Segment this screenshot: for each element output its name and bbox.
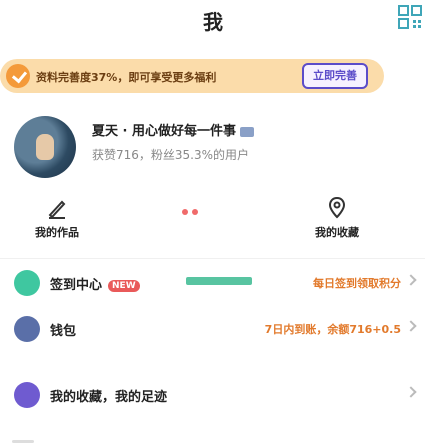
profile-name-line: 夏天 · 用心做好每一件事 — [92, 120, 255, 139]
location-icon — [328, 196, 346, 219]
menu-item-label: 钱包 — [50, 324, 77, 339]
quick-action-label: 我的收藏 — [315, 226, 359, 239]
edit-icon — [48, 200, 66, 219]
quick-actions: 我的作品 我的收藏 — [0, 196, 425, 250]
promo-bar — [186, 277, 252, 285]
menu-item-wallet[interactable]: 钱包 7日内到账，余额716+0.5 — [0, 308, 425, 348]
chevron-right-icon — [405, 320, 417, 332]
loading-dots — [182, 200, 210, 215]
profile-card[interactable]: 夏天 · 用心做好每一件事 获赞716，粉丝35.3%的用户 — [0, 110, 425, 190]
menu-item-sign-in[interactable]: 签到中心 NEW 每日签到领取积分 — [0, 262, 425, 302]
menu-item-label: 我的收藏，我的足迹 — [50, 390, 168, 405]
profile-stats: 获赞716，粉丝35.3%的用户 — [92, 148, 250, 162]
quick-action-label: 我的作品 — [35, 226, 79, 239]
avatar[interactable] — [14, 116, 76, 178]
profile-tagline: 用心做好每一件事 — [132, 124, 237, 139]
menu-item-favorites[interactable]: 我的收藏，我的足迹 — [0, 374, 425, 414]
menu-item-subtext: 每日签到领取积分 — [313, 277, 401, 290]
check-icon — [6, 64, 30, 88]
menu-item-label: 签到中心 NEW — [50, 274, 140, 293]
top-bar: 我 — [0, 0, 425, 60]
banner-text: 资料完善度37%，即可享受更多福利 — [36, 71, 217, 84]
divider — [0, 258, 425, 259]
scroll-indicator — [12, 440, 34, 443]
new-badge: NEW — [108, 279, 140, 292]
menu-item-subtext: 7日内到账，余额716+0.5 — [264, 323, 401, 336]
name-separator: · — [118, 124, 133, 139]
menu-label-text: 签到中心 — [50, 278, 103, 293]
profile-completion-banner[interactable]: 资料完善度37%，即可享受更多福利 立即完善 — [0, 59, 384, 93]
complete-profile-button[interactable]: 立即完善 — [302, 63, 368, 89]
wallet-icon — [14, 316, 40, 342]
star-icon — [14, 382, 40, 408]
quick-action-works[interactable]: 我的作品 — [22, 196, 92, 240]
profile-name: 夏天 — [92, 124, 119, 139]
chevron-right-icon — [405, 386, 417, 398]
page-title: 我 — [203, 10, 223, 34]
sign-in-icon — [14, 270, 40, 296]
qr-code-icon[interactable] — [397, 4, 423, 34]
quick-action-favorites[interactable]: 我的收藏 — [302, 196, 372, 240]
chevron-right-icon — [405, 274, 417, 286]
verified-badge-icon — [240, 126, 255, 137]
